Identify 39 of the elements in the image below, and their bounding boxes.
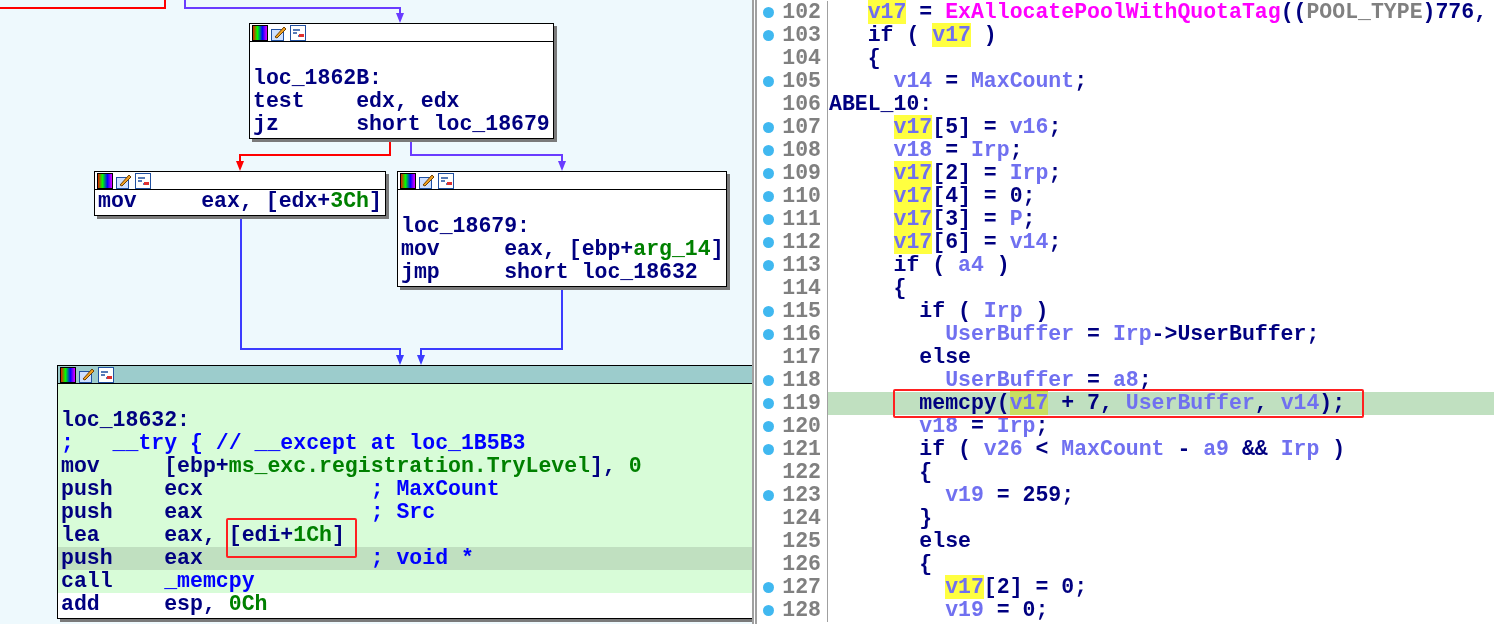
pencil-icon[interactable]: [79, 366, 95, 383]
line-number: 124: [781, 507, 821, 530]
line-number: 128: [781, 599, 821, 622]
line-number: 103: [781, 24, 821, 47]
line-number: 105: [781, 70, 821, 93]
line-number: 127: [781, 576, 821, 599]
line-number: 120: [781, 415, 821, 438]
line-number: 115: [781, 300, 821, 323]
line-number: 116: [781, 323, 821, 346]
line-number: 107: [781, 116, 821, 139]
color-palette-icon[interactable]: [252, 24, 268, 41]
pencil-icon[interactable]: [271, 24, 287, 41]
line-number: 110: [781, 185, 821, 208]
pencil-icon[interactable]: [419, 172, 435, 189]
line-number: 113: [781, 254, 821, 277]
line-number: 114: [781, 277, 821, 300]
line-number: 126: [781, 553, 821, 576]
line-number: 125: [781, 530, 821, 553]
line-number: 119: [781, 392, 821, 415]
graph-icon[interactable]: [290, 24, 306, 41]
line-number: 111: [781, 208, 821, 231]
line-number: 102: [781, 1, 821, 24]
line-number: 104: [781, 47, 821, 70]
line-number: 121: [781, 438, 821, 461]
line-number: 109: [781, 162, 821, 185]
graph-icon[interactable]: [135, 172, 151, 189]
line-number: 122: [781, 461, 821, 484]
color-palette-icon[interactable]: [60, 366, 76, 383]
pencil-icon[interactable]: [116, 172, 132, 189]
line-number: 112: [781, 231, 821, 254]
line-number: 106: [781, 93, 821, 116]
line-number: 123: [781, 484, 821, 507]
graph-icon[interactable]: [98, 366, 114, 383]
color-palette-icon[interactable]: [400, 172, 416, 189]
graph-icon[interactable]: [438, 172, 454, 189]
line-number: 118: [781, 369, 821, 392]
color-palette-icon[interactable]: [97, 172, 113, 189]
line-number: 117: [781, 346, 821, 369]
line-number: 108: [781, 139, 821, 162]
